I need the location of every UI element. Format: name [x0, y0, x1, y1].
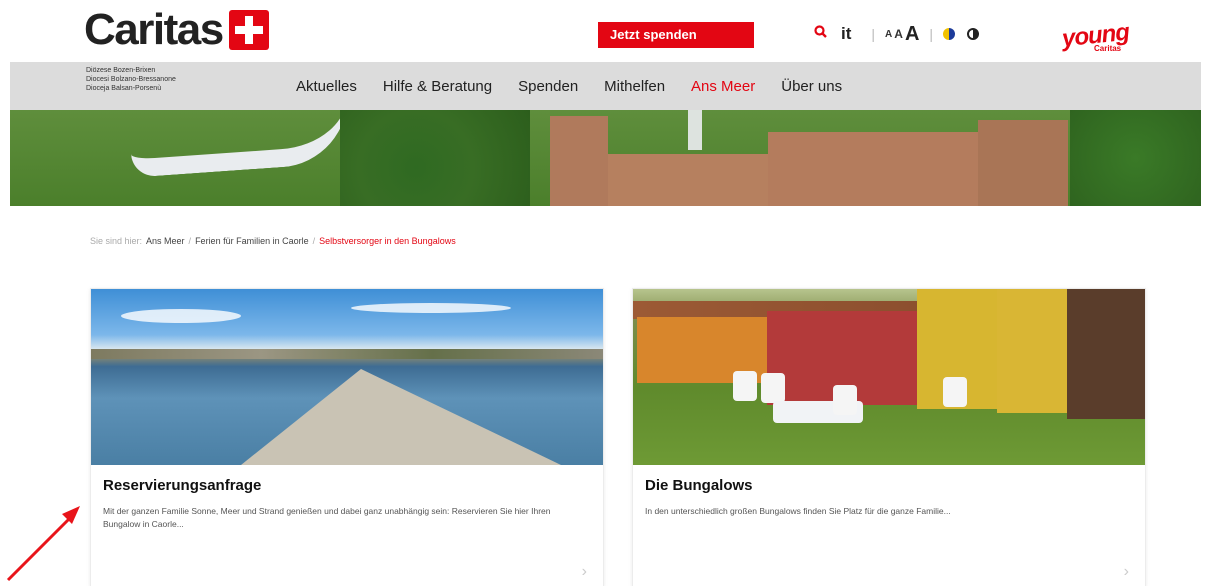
- nav-item-ueber-uns[interactable]: Über uns: [781, 78, 842, 95]
- language-switch-it[interactable]: it: [841, 24, 851, 44]
- diocese-line-it: Diocesi Bolzano-Bressanone: [86, 76, 176, 83]
- high-contrast-icon[interactable]: [967, 28, 980, 40]
- hero-banner-image: [10, 110, 1201, 206]
- caritas-cross-icon: [228, 10, 269, 50]
- card-image-sea-jetty: [91, 289, 603, 465]
- accessibility-tools: it | A A A |: [814, 20, 980, 48]
- search-icon-svg: [814, 25, 827, 38]
- hero-walkway: [688, 110, 702, 150]
- garden-chair: [833, 385, 857, 415]
- hero-roof: [550, 116, 608, 206]
- diocese-name: Diözese Bozen-Brixen Diocesi Bolzano-Bre…: [86, 66, 176, 93]
- nav-menu: Aktuelles Hilfe & Beratung Spenden Mithe…: [296, 62, 868, 110]
- breadcrumb-link-ans-meer[interactable]: Ans Meer: [146, 236, 185, 246]
- garden-chair: [733, 371, 757, 401]
- card-title: Die Bungalows: [645, 477, 753, 494]
- card-title: Reservierungsanfrage: [103, 477, 262, 494]
- diocese-line-de: Diözese Bozen-Brixen: [86, 67, 156, 74]
- hero-path: [127, 110, 353, 178]
- nav-item-mithelfen[interactable]: Mithelfen: [604, 78, 665, 95]
- hero-trees: [340, 110, 530, 206]
- main-navigation: Diözese Bozen-Brixen Diocesi Bolzano-Bre…: [10, 62, 1201, 110]
- hero-roof: [768, 132, 978, 206]
- chevron-right-icon[interactable]: ›: [582, 563, 587, 581]
- nav-item-ans-meer[interactable]: Ans Meer: [691, 78, 755, 95]
- cloud: [351, 303, 511, 313]
- font-size-large-button[interactable]: A: [905, 23, 919, 46]
- diocese-line-lad: Dioceja Balsan-Porsenù: [86, 85, 162, 92]
- card-image-bungalows: [633, 289, 1145, 465]
- rock-jetty: [241, 369, 561, 465]
- color-contrast-icon[interactable]: [943, 28, 956, 40]
- breadcrumb: Sie sind hier: Ans Meer / Ferien für Fam…: [90, 236, 460, 246]
- cloud: [121, 309, 241, 323]
- coastline: [91, 349, 603, 359]
- card-text: Mit der ganzen Familie Sonne, Meer und S…: [103, 506, 551, 529]
- bungalow-wall: [997, 289, 1067, 413]
- nav-item-hilfe-beratung[interactable]: Hilfe & Beratung: [383, 78, 492, 95]
- card-reservation[interactable]: Reservierungsanfrage Mit der ganzen Fami…: [90, 288, 604, 586]
- breadcrumb-separator: /: [312, 236, 316, 246]
- divider: |: [871, 26, 876, 42]
- page: Caritas Jetzt spenden it | A A A | young…: [0, 0, 1210, 586]
- bungalow-door: [1067, 289, 1145, 419]
- chevron-right-icon[interactable]: ›: [1124, 563, 1129, 581]
- hero-trees: [1070, 110, 1201, 206]
- caritas-logo[interactable]: Caritas: [84, 6, 269, 54]
- breadcrumb-link-ferien[interactable]: Ferien für Familien in Caorle: [195, 236, 309, 246]
- hero-roof: [608, 154, 768, 206]
- donate-button[interactable]: Jetzt spenden: [598, 22, 754, 48]
- font-size-medium-button[interactable]: A: [894, 27, 903, 41]
- breadcrumb-separator: /: [188, 236, 192, 246]
- top-header: Caritas Jetzt spenden it | A A A | young…: [0, 0, 1210, 62]
- font-size-small-button[interactable]: A: [885, 29, 892, 40]
- young-caritas-sub: Caritas: [1094, 44, 1122, 53]
- nav-item-spenden[interactable]: Spenden: [518, 78, 578, 95]
- annotation-arrow-icon: [6, 506, 80, 582]
- garden-chair: [761, 373, 785, 403]
- card-bungalows[interactable]: Die Bungalows In den unterschiedlich gro…: [632, 288, 1146, 586]
- logo-text: Caritas: [84, 5, 224, 54]
- search-icon[interactable]: [814, 25, 827, 43]
- divider: |: [929, 26, 934, 42]
- breadcrumb-prefix: Sie sind hier:: [90, 236, 143, 246]
- card-text: In den unterschiedlich großen Bungalows …: [645, 506, 951, 516]
- garden-chair: [943, 377, 967, 407]
- nav-item-aktuelles[interactable]: Aktuelles: [296, 78, 357, 95]
- hero-roof: [978, 120, 1068, 206]
- breadcrumb-current: Selbstversorger in den Bungalows: [319, 236, 456, 246]
